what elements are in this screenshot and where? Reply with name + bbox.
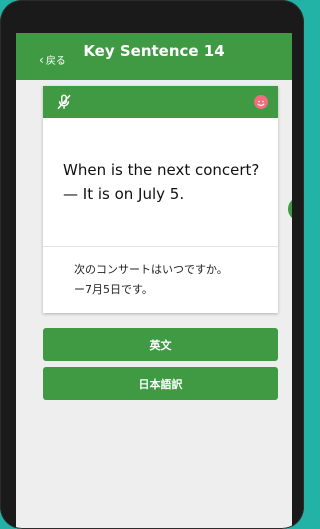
- card-divider: [43, 246, 278, 247]
- japanese-translation: 次のコンサートはいつですか。 ー7月5日です。: [74, 260, 269, 300]
- page-title: Key Sentence 14: [83, 42, 225, 60]
- japanese-button-label: 日本語訳: [138, 377, 183, 391]
- japanese-toggle-button[interactable]: 日本語訳: [43, 367, 278, 400]
- japanese-line-1: 次のコンサートはいつですか。: [74, 263, 228, 276]
- english-line-1: When is the next concert?: [63, 161, 260, 179]
- tablet-frame: ‹ 戻る Key Sentence 14 When is the next co…: [0, 0, 304, 529]
- top-navigation-bar: ‹ 戻る Key Sentence 14: [16, 33, 292, 80]
- english-toggle-button[interactable]: 英文: [43, 328, 278, 361]
- smile-icon[interactable]: [254, 95, 268, 109]
- mute-mic-icon[interactable]: [55, 93, 73, 111]
- english-line-2: — It is on July 5.: [63, 185, 185, 203]
- japanese-line-2: ー7月5日です。: [74, 283, 153, 296]
- english-sentence: When is the next concert? — It is on Jul…: [63, 158, 268, 206]
- app-screen: ‹ 戻る Key Sentence 14 When is the next co…: [16, 33, 292, 529]
- english-button-label: 英文: [149, 338, 172, 352]
- sentence-card: When is the next concert? — It is on Jul…: [43, 86, 278, 313]
- next-arrow-button[interactable]: [288, 197, 292, 221]
- card-header-bar: [43, 86, 278, 118]
